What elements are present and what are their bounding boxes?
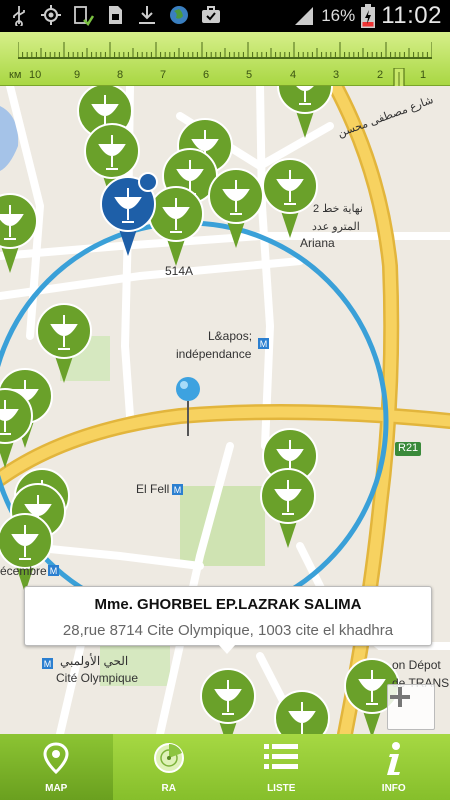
map-place-label: المترو عدد — [312, 221, 360, 233]
metro-marker-icon: M — [48, 565, 59, 576]
gps-icon — [41, 5, 61, 25]
nav-label: INFO — [381, 783, 406, 794]
ruler-tick-label: 8 — [117, 69, 124, 81]
nav-ra[interactable]: RA — [113, 734, 226, 800]
nav-label: RA — [161, 783, 176, 794]
metro-marker-icon: M — [172, 484, 183, 495]
map-place-label: écembre — [0, 564, 47, 578]
ruler-tick-label: 2 — [377, 69, 384, 81]
map-place-label: 2 نهاية خط — [313, 203, 363, 215]
list-icon — [264, 744, 299, 769]
sd-card-icon — [109, 6, 122, 24]
usb-icon — [13, 6, 25, 26]
battery-charging-icon — [361, 4, 376, 28]
svg-text:M: M — [50, 566, 58, 576]
zoom-in-button[interactable] — [387, 684, 435, 730]
bubble-pointer — [218, 644, 236, 654]
svg-text:M: M — [174, 485, 182, 495]
download-icon — [139, 6, 155, 24]
briefcase-icon — [202, 6, 220, 23]
ruler-tick-label: 1 — [420, 69, 427, 81]
pharmacy-pin[interactable] — [274, 690, 330, 734]
nav-info[interactable]: INFO — [338, 734, 450, 800]
bottom-nav: MAP RA LISTE INFO — [0, 734, 450, 800]
signal-icon — [295, 7, 314, 25]
map-place-label: الحي الأولمبي — [60, 654, 129, 668]
download-done-icon — [74, 6, 94, 26]
clock: 11:02 — [381, 2, 442, 29]
ruler-tick-label: 6 — [203, 69, 210, 81]
ruler-tick-label: 7 — [160, 69, 167, 81]
plus-icon — [390, 687, 410, 707]
map-road-label: 514A — [165, 264, 194, 278]
metro-marker-icon: M — [258, 338, 269, 349]
svg-text:M: M — [44, 659, 52, 669]
ruler-tick-label: 9 — [74, 69, 81, 81]
nav-liste[interactable]: LISTE — [225, 734, 338, 800]
ruler-tick-label: 10 — [29, 69, 42, 81]
pharmacy-address: 28,rue 8714 Cite Olympique, 1003 cite el… — [62, 622, 394, 639]
ruler-unit: км — [9, 69, 22, 81]
radar-icon — [153, 743, 184, 773]
map-road-label: R21 — [398, 442, 419, 454]
map-place-label: Cité Olympique — [56, 671, 139, 685]
ruler-labels: км 10 9 8 7 6 5 4 3 2 1 — [0, 69, 450, 83]
nav-label: MAP — [45, 783, 68, 794]
svg-text:M: M — [260, 339, 268, 349]
ruler-scale — [18, 42, 432, 59]
map-place-label: indépendance — [176, 347, 252, 361]
map-place-label: El Fell — [136, 482, 170, 496]
nav-label: LISTE — [267, 783, 296, 794]
metro-marker-icon: M — [42, 658, 53, 669]
pharmacy-info-bubble[interactable]: Mme. GHORBEL EP.LAZRAK SALIMA 28,rue 871… — [24, 586, 432, 646]
status-bar: 16% 11:02 — [0, 0, 450, 32]
battery-percent: 16% — [321, 6, 356, 25]
ruler-tick-label: 5 — [246, 69, 253, 81]
info-icon — [386, 742, 400, 775]
map-pin-icon — [43, 742, 69, 774]
distance-ruler[interactable]: км 10 9 8 7 6 5 4 3 2 1 — [0, 32, 450, 108]
ruler-tick-label: 4 — [290, 69, 297, 81]
map-place-label: Ariana — [300, 236, 335, 250]
globe-icon — [170, 6, 188, 24]
map-place-label: on Dépot — [392, 658, 441, 672]
pharmacy-name: Mme. GHORBEL EP.LAZRAK SALIMA — [94, 596, 362, 613]
map-view[interactable]: M M M M شارع مصطفى محسن 2 نهاية خط المتر… — [0, 86, 450, 734]
ruler-tick-label: 3 — [333, 69, 340, 81]
map-place-label: L&apos; — [208, 329, 253, 343]
nav-map[interactable]: MAP — [0, 734, 113, 800]
